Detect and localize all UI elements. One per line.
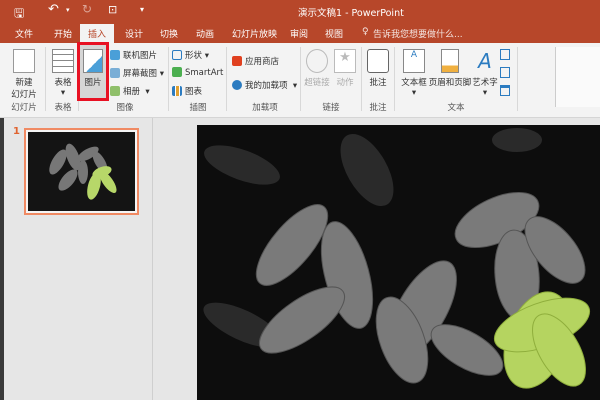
ribbon-tabs: 文件 开始 插入 设计 切换 动画 幻灯片放映 审阅 视图 ♀ 告诉我您想要做什… — [0, 23, 600, 43]
tell-me-input[interactable]: 告诉我您想要做什么... — [373, 27, 463, 40]
screenshot-button[interactable]: 屏幕截图 ▾ — [110, 67, 164, 79]
textbox-button[interactable]: A 文本框 ▾ — [397, 49, 431, 98]
online-pictures-icon — [110, 50, 120, 60]
dropdown-arrow-icon: ▾ — [411, 88, 417, 98]
slide-editing-area — [154, 118, 600, 400]
photo-album-button[interactable]: 相册 ▾ — [110, 85, 150, 97]
hyperlink-icon — [306, 49, 328, 73]
lightbulb-icon: ♀ — [362, 27, 369, 37]
smartart-button[interactable]: SmartArt — [172, 67, 223, 78]
wordart-button[interactable]: A 艺术字 ▾ — [472, 49, 498, 98]
group-label-addins: 加载项 — [252, 103, 278, 113]
my-addins-button[interactable]: 我的加载项 ▾ — [232, 79, 297, 91]
slide-number: 1 — [13, 126, 20, 137]
present-icon[interactable]: ⊡ — [108, 3, 117, 16]
slide-number-icon[interactable] — [500, 67, 510, 78]
store-button[interactable]: 应用商店 — [232, 55, 279, 67]
date-time-icon[interactable] — [500, 49, 510, 60]
shapes-icon — [172, 50, 182, 60]
tab-design[interactable]: 设计 — [125, 27, 143, 40]
group-label-illustrations: 插图 — [189, 103, 207, 113]
hyperlink-button[interactable]: 超链接 — [302, 49, 332, 88]
header-footer-button[interactable]: 页眉和页脚 — [428, 49, 472, 88]
slide-thumbnail-pane: 1 — [4, 118, 153, 400]
picture-icon — [83, 49, 103, 73]
chart-button[interactable]: 图表 — [172, 85, 202, 97]
divider — [394, 47, 395, 111]
divider — [226, 47, 227, 111]
textbox-icon: A — [403, 49, 425, 73]
table-button[interactable]: 表格 ▾ — [50, 49, 76, 98]
group-label-slides: 幻灯片 — [11, 103, 37, 113]
slide-thumbnail-image — [28, 132, 135, 211]
action-button[interactable]: ★ 动作 — [332, 49, 358, 88]
group-label-images: 图像 — [116, 103, 134, 113]
group-label-links: 链接 — [322, 103, 340, 113]
online-pictures-button[interactable]: 联机图片 — [110, 49, 157, 61]
group-label-text: 文本 — [447, 103, 465, 113]
dropdown-arrow-icon: ▾ — [60, 88, 66, 98]
tab-slideshow[interactable]: 幻灯片放映 — [232, 27, 277, 40]
save-icon[interactable]: 🖫 — [14, 4, 24, 25]
divider — [168, 47, 169, 111]
slide-thumbnail[interactable] — [24, 128, 139, 215]
new-slide-icon — [13, 49, 35, 73]
header-footer-icon — [441, 49, 459, 73]
window-title: 演示文稿1 - PowerPoint — [298, 8, 404, 19]
shapes-button[interactable]: 形状 ▾ — [172, 49, 209, 61]
ribbon: 新建 幻灯片 幻灯片 表格 ▾ 表格 图片 联机图片 屏幕截图 ▾ 相册 ▾ 图… — [0, 42, 600, 118]
group-label-comments: 批注 — [369, 103, 387, 113]
comment-button[interactable]: 批注 — [364, 49, 392, 88]
tab-home[interactable]: 开始 — [54, 27, 72, 40]
table-icon — [52, 49, 74, 73]
screenshot-icon — [110, 68, 120, 78]
smartart-icon — [172, 67, 182, 77]
undo-dropdown-icon[interactable]: ▾ — [66, 6, 70, 14]
customize-qat-icon[interactable]: ▾ — [140, 5, 144, 14]
divider — [517, 47, 518, 111]
tab-animations[interactable]: 动画 — [196, 27, 214, 40]
tab-transitions[interactable]: 切换 — [160, 27, 178, 40]
slide-canvas-image[interactable] — [197, 125, 600, 400]
tab-insert[interactable]: 插入 — [80, 24, 115, 43]
divider — [78, 47, 79, 111]
my-addins-icon — [232, 80, 242, 90]
picture-button[interactable]: 图片 — [77, 42, 109, 101]
tab-view[interactable]: 视图 — [325, 27, 343, 40]
comment-icon — [367, 49, 389, 73]
dropdown-arrow-icon: ▾ — [482, 88, 488, 98]
symbols-group — [555, 47, 600, 107]
group-label-tables: 表格 — [54, 103, 72, 113]
action-star-icon: ★ — [334, 49, 356, 73]
object-icon[interactable] — [500, 85, 510, 96]
new-slide-button[interactable]: 新建 幻灯片 — [6, 49, 42, 100]
redo-icon[interactable]: ↻ — [82, 2, 92, 16]
divider — [45, 47, 46, 111]
chart-icon — [172, 86, 182, 96]
photo-album-icon — [110, 86, 120, 96]
undo-icon[interactable]: ↶ — [48, 2, 59, 17]
divider — [300, 47, 301, 111]
tab-review[interactable]: 审阅 — [290, 27, 308, 40]
title-bar: 🖫 ↶ ▾ ↻ ⊡ ▾ 演示文稿1 - PowerPoint — [0, 0, 600, 23]
tab-file[interactable]: 文件 — [15, 27, 33, 40]
wordart-icon: A — [478, 49, 492, 73]
store-icon — [232, 56, 242, 66]
